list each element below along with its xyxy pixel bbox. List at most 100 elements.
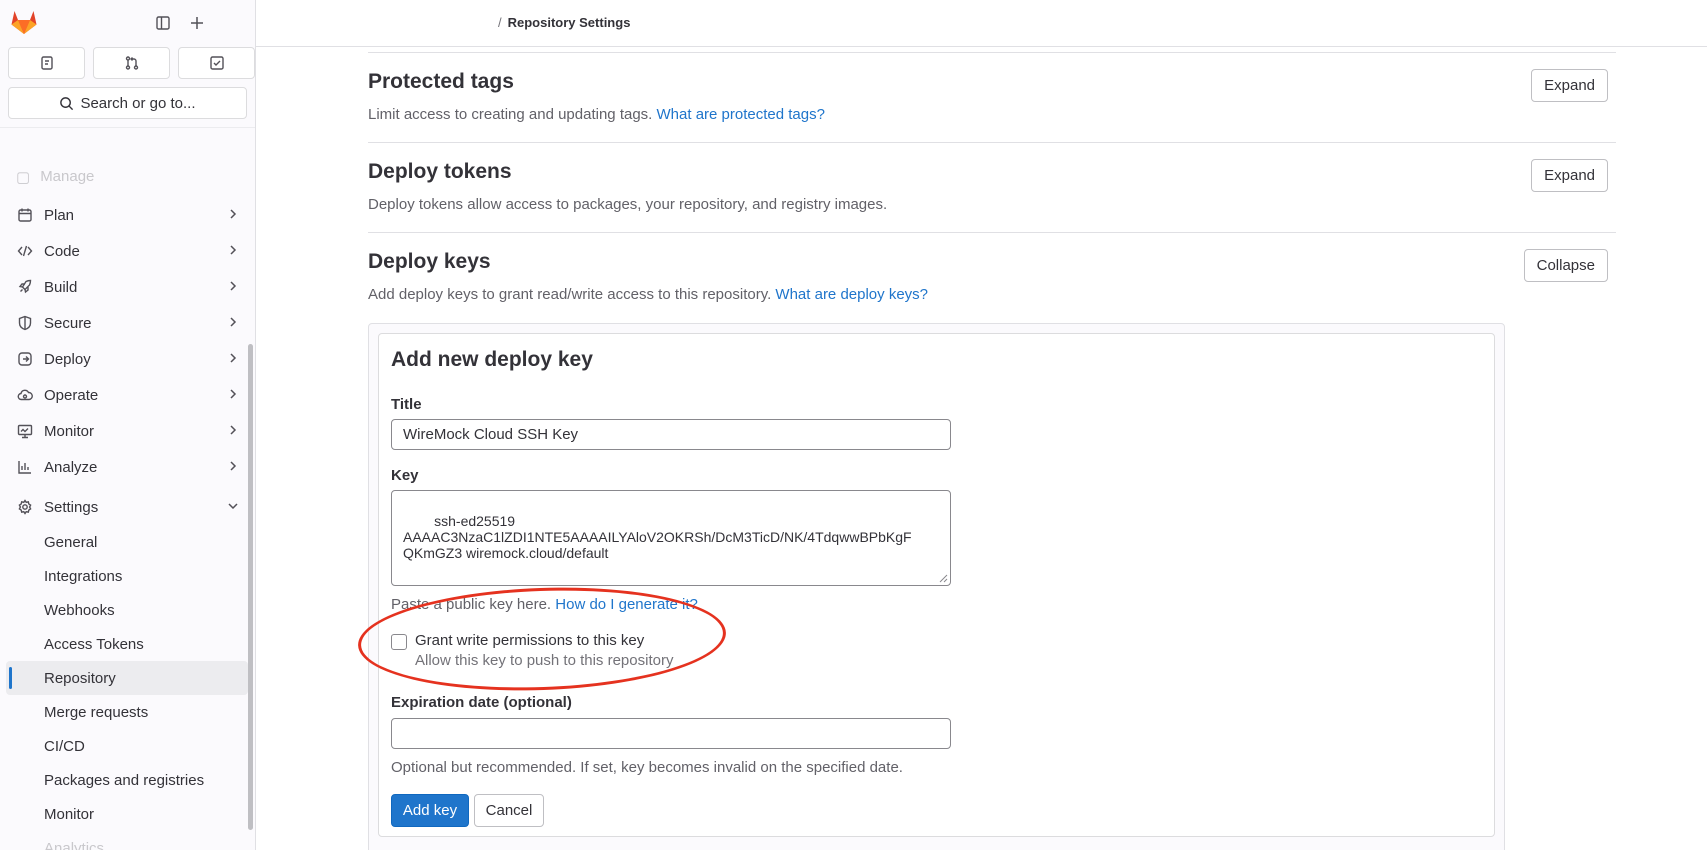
- sidebar-subitem-access-tokens[interactable]: Access Tokens: [0, 627, 248, 661]
- chevron-right-icon: [230, 209, 237, 219]
- sidebar-subitem-merge-requests[interactable]: Merge requests: [0, 695, 248, 729]
- deploy-keys-panel: Add new deploy key Title WireMock Cloud …: [368, 323, 1505, 850]
- sidebar-item-plan[interactable]: Plan: [0, 197, 248, 233]
- issues-button[interactable]: [8, 47, 85, 79]
- gitlab-logo-icon[interactable]: [10, 9, 38, 35]
- deploy-tokens-description: Deploy tokens allow access to packages, …: [368, 196, 888, 213]
- sidebar-subitem-analytics[interactable]: Analytics: [0, 831, 248, 850]
- todo-icon: [209, 56, 224, 70]
- form-heading: Add new deploy key: [391, 348, 593, 371]
- protected-tags-help-link[interactable]: What are protected tags?: [657, 106, 825, 123]
- sidebar-item-build[interactable]: Build: [0, 269, 248, 305]
- sidebar-item-label: Secure: [44, 314, 92, 332]
- sidebar-item-secure[interactable]: Secure: [0, 305, 248, 341]
- chevron-right-icon: [230, 389, 237, 399]
- monitor-icon: [16, 422, 34, 440]
- sidebar-nav: Plan Code Build Secure Deploy Operate Mo…: [0, 197, 248, 850]
- sidebar-item-settings[interactable]: Settings: [0, 489, 248, 525]
- sidebar-item-label: Plan: [44, 206, 75, 224]
- deploy-keys-help-link[interactable]: What are deploy keys?: [775, 286, 928, 303]
- gear-icon: [16, 498, 34, 516]
- key-textarea[interactable]: ssh-ed25519 AAAAC3NzaC1lZDI1NTE5AAAAILYA…: [391, 490, 951, 586]
- write-permission-checkbox[interactable]: [391, 634, 407, 650]
- protected-tags-description: Limit access to creating and updating ta…: [368, 106, 825, 123]
- sidebar-subitem-integrations[interactable]: Integrations: [0, 559, 248, 593]
- key-help-text: Paste a public key here. How do I genera…: [391, 596, 698, 613]
- write-permission-help: Allow this key to push to this repositor…: [415, 652, 674, 669]
- sidebar-item-analyze[interactable]: Analyze: [0, 449, 248, 485]
- sidebar-item-label: Analyze: [44, 458, 98, 476]
- rocket-icon: [16, 278, 34, 296]
- write-permission-label[interactable]: Grant write permissions to this key: [415, 632, 644, 649]
- add-deploy-key-form: Add new deploy key Title WireMock Cloud …: [378, 333, 1495, 837]
- expiry-date-input[interactable]: [391, 718, 951, 749]
- chevron-down-icon: [228, 503, 238, 510]
- sidebar-item-monitor[interactable]: Monitor: [0, 413, 248, 449]
- chart-icon: [16, 458, 34, 476]
- generate-key-help-link[interactable]: How do I generate it?: [555, 596, 698, 613]
- chevron-right-icon: [230, 317, 237, 327]
- merge-request-icon: [125, 56, 138, 70]
- search-icon: [60, 96, 74, 110]
- sidebar-item-operate[interactable]: Operate: [0, 377, 248, 413]
- sidebar-item-label: Code: [44, 242, 80, 260]
- title-label: Title: [391, 396, 422, 413]
- section-divider: [368, 232, 1616, 233]
- sidebar-item-label: Deploy: [44, 350, 91, 368]
- sidebar-subitem-general[interactable]: General: [0, 525, 248, 559]
- sidebar-item-manage[interactable]: ▢ Manage: [16, 168, 94, 186]
- plus-icon[interactable]: [186, 12, 208, 34]
- sidebar-quick-buttons: [8, 47, 255, 79]
- sidebar-item-label: Build: [44, 278, 78, 296]
- deploy-keys-title: Deploy keys: [368, 250, 491, 273]
- chevron-right-icon: [230, 245, 237, 255]
- sidebar-subitem-cicd[interactable]: CI/CD: [0, 729, 248, 763]
- chevron-right-icon: [230, 353, 237, 363]
- cancel-button[interactable]: Cancel: [474, 794, 544, 827]
- breadcrumb: / Repository Settings: [498, 15, 630, 30]
- manage-icon: ▢: [16, 169, 31, 186]
- resize-handle-icon[interactable]: [938, 573, 948, 583]
- sidebar: ▢ Manage Plan Code Build Secure Deploy O…: [0, 0, 256, 850]
- title-input[interactable]: WireMock Cloud SSH Key: [391, 419, 951, 450]
- deploy-icon: [16, 350, 34, 368]
- todos-button[interactable]: [178, 47, 255, 79]
- top-bar: / Repository Settings: [256, 0, 1707, 47]
- sidebar-item-deploy[interactable]: Deploy: [0, 341, 248, 377]
- sidebar-subitem-monitor[interactable]: Monitor: [0, 797, 248, 831]
- sidebar-item-code[interactable]: Code: [0, 233, 248, 269]
- add-key-button[interactable]: Add key: [391, 794, 469, 827]
- sidebar-toggle-icon[interactable]: [152, 12, 174, 34]
- deploy-keys-collapse-button[interactable]: Collapse: [1523, 249, 1608, 282]
- cloud-icon: [16, 386, 34, 404]
- deploy-tokens-title: Deploy tokens: [368, 160, 512, 183]
- sidebar-item-label: Operate: [44, 386, 99, 404]
- section-divider: [368, 52, 1616, 53]
- sidebar-scrollbar[interactable]: [248, 344, 253, 830]
- sidebar-subitem-webhooks[interactable]: Webhooks: [0, 593, 248, 627]
- breadcrumb-separator: /: [498, 15, 502, 30]
- breadcrumb-current[interactable]: Repository Settings: [508, 15, 631, 30]
- search-label: Search or go to...: [80, 94, 196, 112]
- protected-tags-expand-button[interactable]: Expand: [1531, 69, 1608, 102]
- sidebar-item-label: Settings: [44, 498, 99, 516]
- search-button[interactable]: Search or go to...: [8, 87, 247, 119]
- section-divider: [368, 142, 1616, 143]
- deploy-tokens-expand-button[interactable]: Expand: [1531, 159, 1608, 192]
- sidebar-subitem-repository[interactable]: Repository: [6, 661, 248, 695]
- key-label: Key: [391, 467, 419, 484]
- deploy-keys-description: Add deploy keys to grant read/write acce…: [368, 286, 928, 303]
- chevron-right-icon: [230, 425, 237, 435]
- expiry-help-text: Optional but recommended. If set, key be…: [391, 759, 903, 776]
- shield-icon: [16, 314, 34, 332]
- merge-requests-button[interactable]: [93, 47, 170, 79]
- chevron-right-icon: [230, 281, 237, 291]
- expiry-label: Expiration date (optional): [391, 694, 572, 711]
- sidebar-header: Search or go to...: [0, 0, 255, 128]
- sidebar-item-label: Monitor: [44, 422, 95, 440]
- sidebar-subitem-packages[interactable]: Packages and registries: [0, 763, 248, 797]
- protected-tags-title: Protected tags: [368, 70, 514, 93]
- code-icon: [16, 242, 34, 260]
- chevron-right-icon: [230, 461, 237, 471]
- calendar-icon: [16, 206, 34, 224]
